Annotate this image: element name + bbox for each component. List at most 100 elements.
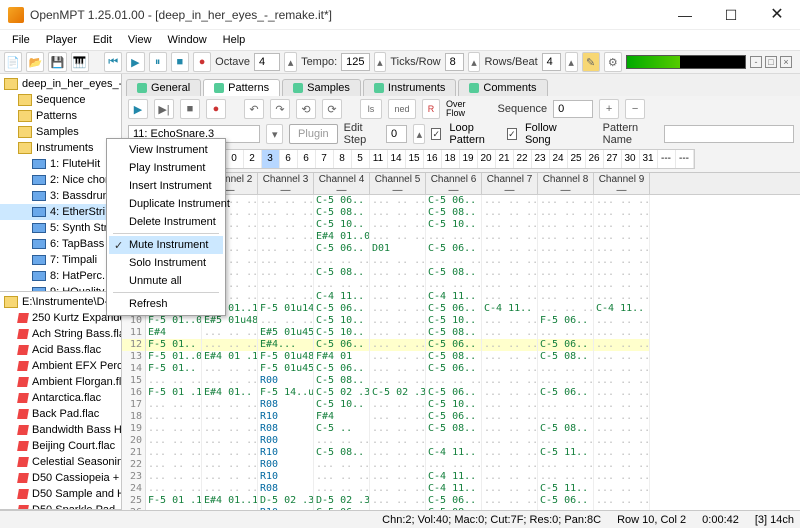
pattern-cell[interactable]: ... .. .. [370,435,425,447]
pattern-cell[interactable]: ... .. .. [370,279,425,291]
pattern-cell[interactable]: C-5 08.. [314,375,369,387]
pattern-cell[interactable]: ... .. .. [482,399,537,411]
pattern-cell[interactable]: R08 [258,483,313,495]
pattern-cell[interactable]: ... .. .. [370,327,425,339]
channel-header-cell[interactable]: Channel 8— [538,173,594,194]
pattern-cell[interactable]: C-5 08.. [426,267,481,279]
editstep-spinner[interactable]: ▴ [413,124,425,144]
tree-item[interactable]: Patterns [0,108,121,124]
order-cell[interactable]: 2 [244,150,262,168]
order-cell[interactable]: 7 [316,150,334,168]
pattern-cell[interactable]: C-5 02 .30 [370,387,425,399]
pattern-cell[interactable]: ... .. .. [538,411,593,423]
pattern-cell[interactable]: C-5 06.. [314,363,369,375]
pattern-cell[interactable]: ... .. .. [594,195,649,207]
file-item[interactable]: Acid Bass.flac [0,342,121,358]
pattern-cell[interactable]: ... .. .. [482,231,537,243]
pattern-cell[interactable]: C-5 06.. [314,243,369,255]
tree-item[interactable]: 3: Bassdrum + n... [0,188,121,204]
pattern-play-from[interactable]: ▶| [154,99,174,119]
pattern-cell[interactable]: ... .. .. [258,231,313,243]
pattern-cell[interactable]: ... .. .. [538,471,593,483]
order-cell[interactable]: 8 [334,150,352,168]
pattern-cell[interactable]: F#4 01 [314,351,369,363]
pattern-cell[interactable]: C-5 06.. [538,387,593,399]
pattern-cell[interactable]: ... .. .. [202,339,257,351]
pattern-cell[interactable]: ... .. .. [370,219,425,231]
pattern-cell[interactable]: ... .. .. [594,279,649,291]
pattern-cell[interactable]: ... .. .. [370,459,425,471]
pattern-cell[interactable]: C-5 06.. [426,243,481,255]
save-icon[interactable]: 💾 [48,52,66,72]
pattern-cell[interactable]: C-5 06.. [426,363,481,375]
pattern-cell[interactable]: ... .. .. [482,351,537,363]
pattern-cell[interactable]: ... .. .. [370,363,425,375]
pattern-cell[interactable]: ... .. .. [202,423,257,435]
loop-icon[interactable]: ⟲ [296,99,316,119]
order-list[interactable]: 1012023667851114151618192021222324252627… [171,149,695,169]
pattern-cell[interactable]: ... .. .. [482,423,537,435]
ticks-input[interactable]: 8 [445,53,464,71]
pattern-cell[interactable]: ... .. .. [370,423,425,435]
order-cell[interactable]: --- [676,150,694,168]
pattern-cell[interactable]: F-5 01u48 [258,351,313,363]
tempo-input[interactable]: 125 [341,53,369,71]
pattern-cell[interactable]: R00 [258,435,313,447]
file-item[interactable]: Ach String Bass.flac [0,326,121,342]
pattern-cell[interactable]: R00 [258,375,313,387]
channel-header-cell[interactable]: Channel 6— [426,173,482,194]
pattern-cell[interactable]: ... .. .. [370,255,425,267]
instrument-dropdown-icon[interactable]: ▾ [266,124,283,144]
record-button[interactable]: ● [193,52,211,72]
pattern-cell[interactable]: ... .. .. [314,483,369,495]
loop-pattern-checkbox[interactable] [431,128,441,140]
ctx-solo-instrument[interactable]: Solo Instrument [109,254,223,272]
pattern-cell[interactable]: ... .. .. [538,303,593,315]
pattern-cell[interactable]: C-5 06.. [426,411,481,423]
midi-icon[interactable]: 🎹 [71,52,89,72]
pattern-cell[interactable]: C-5 08.. [538,351,593,363]
octave-spinner[interactable]: ▴ [284,52,297,72]
tree-item[interactable]: 7: Timpali [0,252,121,268]
order-cell[interactable]: 3 [262,150,280,168]
pattern-cell[interactable]: ... .. .. [594,387,649,399]
pattern-cell[interactable]: E#4 01..01 [314,231,369,243]
order-cell[interactable]: --- [658,150,676,168]
pattern-cell[interactable]: ... .. .. [482,387,537,399]
pattern-cell[interactable]: ... .. .. [370,351,425,363]
open-icon[interactable]: 📂 [26,52,44,72]
file-item[interactable]: Back Pad.flac [0,406,121,422]
pattern-cell[interactable]: ... .. .. [538,255,593,267]
pattern-cell[interactable]: ... .. .. [594,447,649,459]
pattern-cell[interactable]: ... .. .. [538,375,593,387]
pattern-cell[interactable]: ... .. .. [370,399,425,411]
pattern-cell[interactable]: ... .. .. [202,483,257,495]
order-cell[interactable]: 18 [442,150,460,168]
file-item[interactable]: Bandwidth Bass Hits.flac [0,422,121,438]
tree-item[interactable]: 5: Synth Str... [0,220,121,236]
pattern-cell[interactable]: C-5 08.. [426,507,481,510]
pattern-record-button[interactable]: ● [206,99,226,119]
misc-icon[interactable]: ⟳ [322,99,342,119]
child-restore-button[interactable]: □ [765,56,777,68]
pattern-cell[interactable]: F-5 01..07 [146,351,201,363]
pattern-cell[interactable]: ... .. .. [370,507,425,510]
pattern-cell[interactable]: ... .. .. [482,315,537,327]
pattern-cell[interactable]: ... .. .. [538,231,593,243]
file-item[interactable]: D50 Sparkle Pad + X5DR 78 [0,502,121,510]
pattern-cell[interactable]: C-5 08.. [426,327,481,339]
order-cell[interactable]: 24 [550,150,568,168]
play-start-button[interactable]: ⏮ [104,52,122,72]
tab-samples[interactable]: Samples [282,79,361,96]
pattern-cell[interactable]: ... .. .. [258,315,313,327]
pattern-cell[interactable]: ... .. .. [146,411,201,423]
pattern-play-button[interactable]: ▶ [128,99,148,119]
pattern-cell[interactable]: ... .. .. [594,231,649,243]
pattern-cell[interactable]: E#4 [146,327,201,339]
pattern-cell[interactable]: ... .. .. [594,411,649,423]
pattern-cell[interactable]: ... .. .. [482,243,537,255]
pattern-stop-button[interactable]: ■ [180,99,200,119]
pattern-cell[interactable]: F-5 01 .14 [146,495,201,507]
pattern-cell[interactable]: ... .. .. [594,351,649,363]
tab-patterns[interactable]: Patterns [203,79,280,96]
